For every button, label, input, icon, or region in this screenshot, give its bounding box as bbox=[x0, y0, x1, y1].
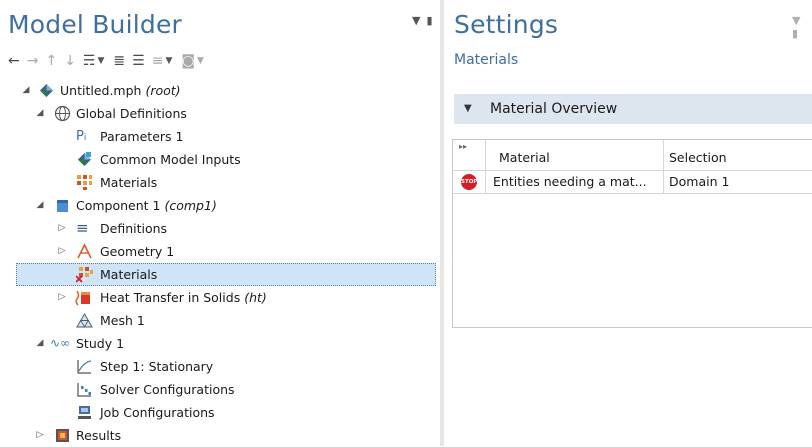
stop-icon: STOP bbox=[461, 174, 477, 190]
tree-item-label: Untitled.mph bbox=[60, 83, 142, 98]
expanded-toggle-icon[interactable]: ◢ bbox=[20, 79, 32, 102]
arrow-up-icon[interactable]: ↑ bbox=[45, 51, 57, 71]
tree-item-definitions[interactable]: ▷ ≡ Definitions bbox=[16, 217, 436, 240]
settings-subtitle: Materials bbox=[454, 52, 519, 68]
materials-error-icon bbox=[76, 267, 93, 283]
tree-item-label: Solver Configurations bbox=[100, 382, 235, 397]
tree-item-common-model-inputs[interactable]: Common Model Inputs bbox=[16, 148, 436, 171]
tree-item-tag: (comp1) bbox=[164, 198, 217, 213]
collapse-icon[interactable]: ☰ bbox=[132, 51, 145, 71]
tree-item-results[interactable]: ▷ Results bbox=[16, 424, 436, 447]
material-overview-section-header[interactable]: ▼ Material Overview bbox=[454, 94, 812, 124]
pin-icon[interactable]: ▮ bbox=[792, 27, 798, 40]
results-icon bbox=[56, 429, 69, 442]
tree-item-solver-configurations[interactable]: Solver Configurations bbox=[16, 378, 436, 401]
globe-icon bbox=[54, 105, 71, 122]
expanded-toggle-icon[interactable]: ◢ bbox=[34, 194, 46, 217]
tree-item-tag: (root) bbox=[145, 83, 181, 98]
expanded-toggle-icon[interactable]: ◢ bbox=[34, 332, 46, 355]
tree-item-component-materials[interactable]: Materials bbox=[16, 263, 436, 286]
tree-item-parameters[interactable]: Pi Parameters 1 bbox=[16, 125, 436, 148]
collapsed-toggle-icon[interactable]: ▷ bbox=[56, 240, 68, 263]
materials-icon bbox=[77, 175, 92, 190]
tree-item-label: Materials bbox=[100, 175, 158, 190]
collapsed-toggle-icon[interactable]: ▷ bbox=[34, 424, 46, 447]
tree-item-label: Geometry 1 bbox=[100, 244, 175, 259]
panel-window-controls: ▼▮ bbox=[792, 14, 812, 40]
expand-icon[interactable]: ≣ bbox=[113, 51, 125, 71]
list-dropdown-icon[interactable]: ▼ bbox=[165, 51, 172, 71]
tree-item-label: Step 1: Stationary bbox=[100, 359, 214, 374]
study-icon: ∿∞ bbox=[50, 336, 71, 350]
tree-item-label: Materials bbox=[100, 267, 158, 282]
arrow-down-icon[interactable]: ↓ bbox=[64, 51, 76, 71]
column-header-selection[interactable]: Selection bbox=[669, 150, 727, 165]
list-icon[interactable]: ≡ bbox=[152, 51, 164, 71]
tree-item-heat-transfer[interactable]: ▷ Heat Transfer in Solids (ht) bbox=[16, 286, 436, 309]
column-header-material[interactable]: Material bbox=[499, 150, 550, 165]
mesh-icon bbox=[76, 312, 93, 328]
tree-item-global-definitions[interactable]: ◢ Global Definitions bbox=[16, 102, 436, 125]
tree-item-tag: (ht) bbox=[244, 290, 267, 305]
panel-menu-icon[interactable]: ▼ bbox=[792, 14, 800, 27]
tree-item-label: Parameters 1 bbox=[100, 129, 184, 144]
arrow-left-icon[interactable]: ← bbox=[8, 51, 20, 71]
tree-item-label: Mesh 1 bbox=[100, 313, 145, 328]
tree-item-label: Job Configurations bbox=[100, 405, 215, 420]
tree-item-label: Component 1 bbox=[76, 198, 161, 213]
settings-title: Settings bbox=[454, 10, 559, 39]
show-icon[interactable]: ☴ bbox=[83, 51, 96, 71]
arrow-right-icon[interactable]: → bbox=[27, 51, 39, 71]
component-icon bbox=[57, 200, 68, 212]
table-cell-material: Entities needing a mat... bbox=[493, 174, 647, 189]
tree-item-label: Global Definitions bbox=[76, 106, 187, 121]
tree-item-mesh[interactable]: Mesh 1 bbox=[16, 309, 436, 332]
panel-window-controls: ▼▮ bbox=[412, 14, 439, 27]
model-builder-title: Model Builder bbox=[8, 10, 183, 39]
solver-icon bbox=[77, 383, 91, 397]
definitions-icon: ≡ bbox=[76, 219, 89, 237]
tree-item-label: Results bbox=[76, 428, 122, 443]
expand-columns-icon[interactable]: ▸▸ bbox=[459, 142, 467, 151]
tree-item-stationary-step[interactable]: Step 1: Stationary bbox=[16, 355, 436, 378]
collapsed-toggle-icon[interactable]: ▷ bbox=[56, 286, 68, 309]
tree-item-geometry[interactable]: ▷ Geometry 1 bbox=[16, 240, 436, 263]
section-title: Material Overview bbox=[490, 101, 618, 117]
tree-item-job-configurations[interactable]: Job Configurations bbox=[16, 401, 436, 424]
table-cell-selection: Domain 1 bbox=[669, 174, 730, 189]
tree-item-study[interactable]: ◢ ∿∞ Study 1 bbox=[16, 332, 436, 355]
model-builder-panel: Model Builder ▼ ▮ ← → ↑ ↓ ☴ ▼ ≣ ☰ ≡ ▼ ◙ ▼… bbox=[0, 0, 440, 446]
tree-item-label: Heat Transfer in Solids bbox=[100, 290, 241, 305]
parameters-icon: Pi bbox=[76, 129, 87, 144]
heat-transfer-icon bbox=[75, 290, 90, 306]
collapsed-toggle-icon[interactable]: ▷ bbox=[56, 217, 68, 240]
table-header: ▸▸ Material Selection bbox=[453, 140, 812, 170]
model-inputs-icon bbox=[78, 152, 91, 166]
tree-item-global-materials[interactable]: Materials bbox=[16, 171, 436, 194]
show-dropdown-icon[interactable]: ▼ bbox=[98, 51, 105, 71]
tree-item-label: Definitions bbox=[100, 221, 168, 236]
tree-item-component[interactable]: ◢ Component 1 (comp1) bbox=[16, 194, 436, 217]
stationary-step-icon bbox=[77, 360, 92, 374]
model-icon bbox=[40, 84, 53, 97]
camera-icon[interactable]: ◙ bbox=[181, 51, 195, 71]
pin-icon[interactable]: ▮ bbox=[426, 14, 432, 27]
model-builder-toolbar: ← → ↑ ↓ ☴ ▼ ≣ ☰ ≡ ▼ ◙ ▼ bbox=[8, 50, 213, 72]
table-row[interactable]: STOP Entities needing a mat... Domain 1 bbox=[453, 170, 812, 194]
geometry-icon bbox=[77, 243, 92, 259]
material-overview-table: ▸▸ Material Selection STOP Entities need… bbox=[452, 139, 812, 328]
tree-item-root[interactable]: ◢ Untitled.mph (root) bbox=[16, 79, 440, 102]
model-tree: ◢ Untitled.mph (root) ◢ Global Definitio… bbox=[16, 79, 436, 447]
section-collapse-icon[interactable]: ▼ bbox=[464, 94, 472, 124]
panel-menu-icon[interactable]: ▼ bbox=[412, 14, 420, 27]
job-icon bbox=[78, 406, 91, 419]
tree-item-label: Study 1 bbox=[76, 336, 125, 351]
tree-item-label: Common Model Inputs bbox=[100, 152, 241, 167]
settings-panel: Settings ▼▮ Materials ▼ Material Overvie… bbox=[444, 0, 812, 446]
camera-dropdown-icon[interactable]: ▼ bbox=[197, 51, 204, 71]
expanded-toggle-icon[interactable]: ◢ bbox=[34, 102, 46, 125]
